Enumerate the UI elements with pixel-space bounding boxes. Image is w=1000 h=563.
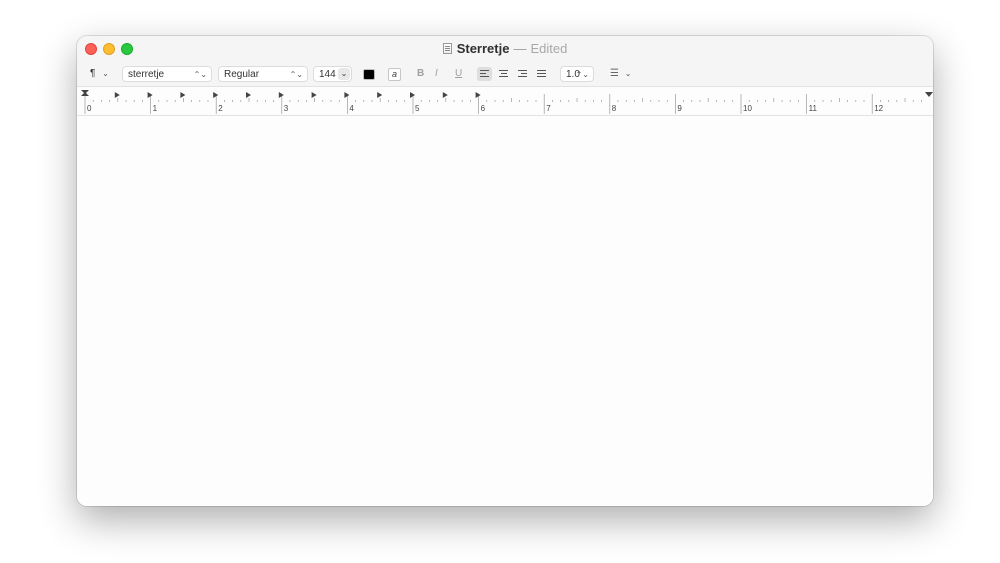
no-color-icon: a <box>391 69 397 79</box>
align-justify-button[interactable] <box>534 67 549 81</box>
chevron-down-icon: ⌄ <box>102 69 109 78</box>
edited-status: Edited <box>530 41 568 56</box>
tab-stop-marker <box>344 92 350 98</box>
tab-stop-marker <box>475 92 481 98</box>
list-icon: ☰ <box>610 68 619 79</box>
tab-stop-marker <box>180 92 186 98</box>
font-family-value: sterretje <box>128 69 165 80</box>
tab-stop-marker <box>377 92 383 98</box>
ruler-label: 10 <box>743 104 752 113</box>
ruler-label: 4 <box>349 104 354 113</box>
ruler[interactable]: 0 1 2 3 4 5 6 7 8 9 10 11 12 <box>77 86 933 116</box>
ruler-label: 5 <box>415 104 420 113</box>
align-center-button[interactable] <box>496 67 511 81</box>
tab-stop-marker <box>114 92 120 98</box>
popup-arrows-icon: ⌃⌄ <box>193 70 207 79</box>
list-bullets-button[interactable]: ☰ ⌄ <box>605 66 635 82</box>
left-indent-marker <box>81 92 89 96</box>
chevron-down-icon: ⌄ <box>624 69 632 78</box>
ruler-label: 12 <box>874 104 883 113</box>
popup-arrows-icon: ⌃⌄ <box>575 70 589 79</box>
tab-stop-marker <box>213 92 219 98</box>
tab-stop-marker <box>278 92 284 98</box>
font-style-value: Regular <box>224 69 260 80</box>
ruler-label: 3 <box>284 104 289 113</box>
tab-stop-marker <box>147 92 153 98</box>
document-name[interactable]: Sterretje <box>457 41 510 56</box>
chevron-down-icon[interactable]: ⌄ <box>338 68 350 80</box>
ruler-label: 1 <box>153 104 158 113</box>
title-separator: — <box>513 41 527 56</box>
paragraph-styles-button[interactable]: ¶ ⌄ <box>85 66 113 82</box>
font-style-popup[interactable]: Regular ⌃⌄ <box>218 66 308 82</box>
text-color-well[interactable] <box>363 69 375 80</box>
font-size-combo[interactable]: 144 ⌄ <box>313 66 352 82</box>
font-size-value: 144 <box>319 69 336 80</box>
tab-stop-marker <box>410 92 415 98</box>
ruler-scale[interactable]: 0 1 2 3 4 5 6 7 8 9 10 11 12 <box>77 87 933 117</box>
alignment-control <box>477 67 552 81</box>
tab-stop-marker <box>246 92 251 98</box>
align-left-button[interactable] <box>477 67 492 81</box>
textedit-window: Sterretje — Edited ¶ ⌄ sterretje ⌃⌄ Regula… <box>77 36 933 506</box>
title-bar[interactable]: Sterretje — Edited <box>77 36 933 62</box>
right-margin-marker <box>925 92 933 97</box>
italic-button[interactable]: I <box>435 66 438 82</box>
ruler-label: 7 <box>546 104 551 113</box>
format-toolbar: ¶ ⌄ sterretje ⌃⌄ Regular ⌃⌄ 144 ⌄ a B I … <box>77 62 933 86</box>
underline-button[interactable]: U <box>455 66 462 82</box>
font-family-popup[interactable]: sterretje ⌃⌄ <box>122 66 212 82</box>
tab-stop-marker <box>442 92 448 98</box>
ruler-label: 9 <box>677 104 682 113</box>
align-right-button[interactable] <box>515 67 530 81</box>
ruler-label: 2 <box>218 104 223 113</box>
ruler-label: 0 <box>87 104 92 113</box>
window-title: Sterretje — Edited <box>77 41 933 56</box>
ruler-label: 11 <box>809 104 818 113</box>
tab-stop-marker <box>311 92 317 98</box>
bold-button[interactable]: B <box>417 66 424 82</box>
popup-arrows-icon: ⌃⌄ <box>289 70 303 79</box>
ruler-label: 8 <box>612 104 617 113</box>
highlight-color-button[interactable]: a <box>388 68 401 81</box>
document-icon[interactable] <box>442 43 452 54</box>
line-spacing-popup[interactable]: 1.0 ⌃⌄ <box>560 66 594 82</box>
document-text-area[interactable] <box>77 116 933 506</box>
ruler-label: 6 <box>481 104 486 113</box>
paragraph-icon: ¶ <box>90 68 96 79</box>
